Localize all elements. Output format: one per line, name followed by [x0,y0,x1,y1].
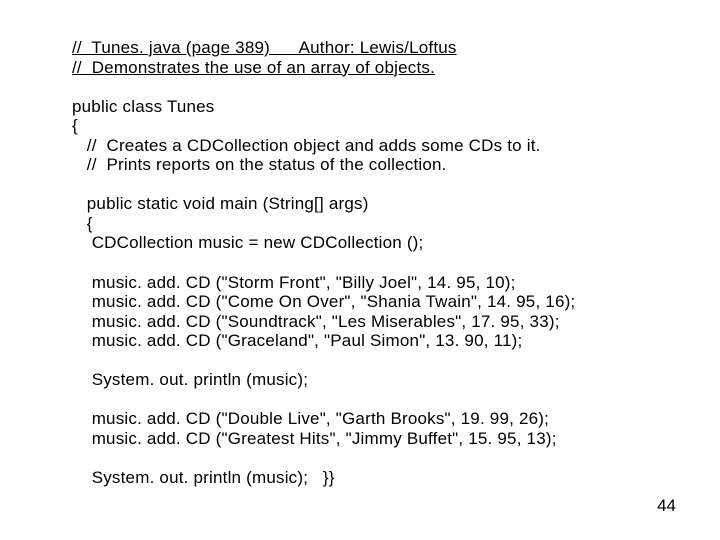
code-line-4: { [72,116,78,135]
slide: // Tunes. java (page 389) Author: Lewis/… [0,0,720,540]
page-number: 44 [657,496,676,516]
code-listing: // Tunes. java (page 389) Author: Lewis/… [72,38,575,488]
code-line-14: System. out. println (music); [72,370,308,389]
code-line-13: music. add. CD ("Graceland", "Paul Simon… [72,331,522,350]
code-line-9: CDCollection music = new CDCollection ()… [72,233,423,252]
code-line-3: public class Tunes [72,97,215,116]
code-line-10: music. add. CD ("Storm Front", "Billy Jo… [72,273,516,292]
code-line-5: // Creates a CDCollection object and add… [72,136,541,155]
code-line-15: music. add. CD ("Double Live", "Garth Br… [72,409,549,428]
code-line-16: music. add. CD ("Greatest Hits", "Jimmy … [72,429,557,448]
code-line-11: music. add. CD ("Come On Over", "Shania … [72,292,575,311]
code-line-8: { [72,214,93,233]
code-line-17: System. out. println (music); }} [72,468,335,487]
code-line-12: music. add. CD ("Soundtrack", "Les Miser… [72,312,560,331]
code-line-1: // Tunes. java (page 389) Author: Lewis/… [72,38,457,57]
code-line-6: // Prints reports on the status of the c… [72,155,447,174]
code-line-7: public static void main (String[] args) [72,194,369,213]
code-line-2: // Demonstrates the use of an array of o… [72,58,435,77]
